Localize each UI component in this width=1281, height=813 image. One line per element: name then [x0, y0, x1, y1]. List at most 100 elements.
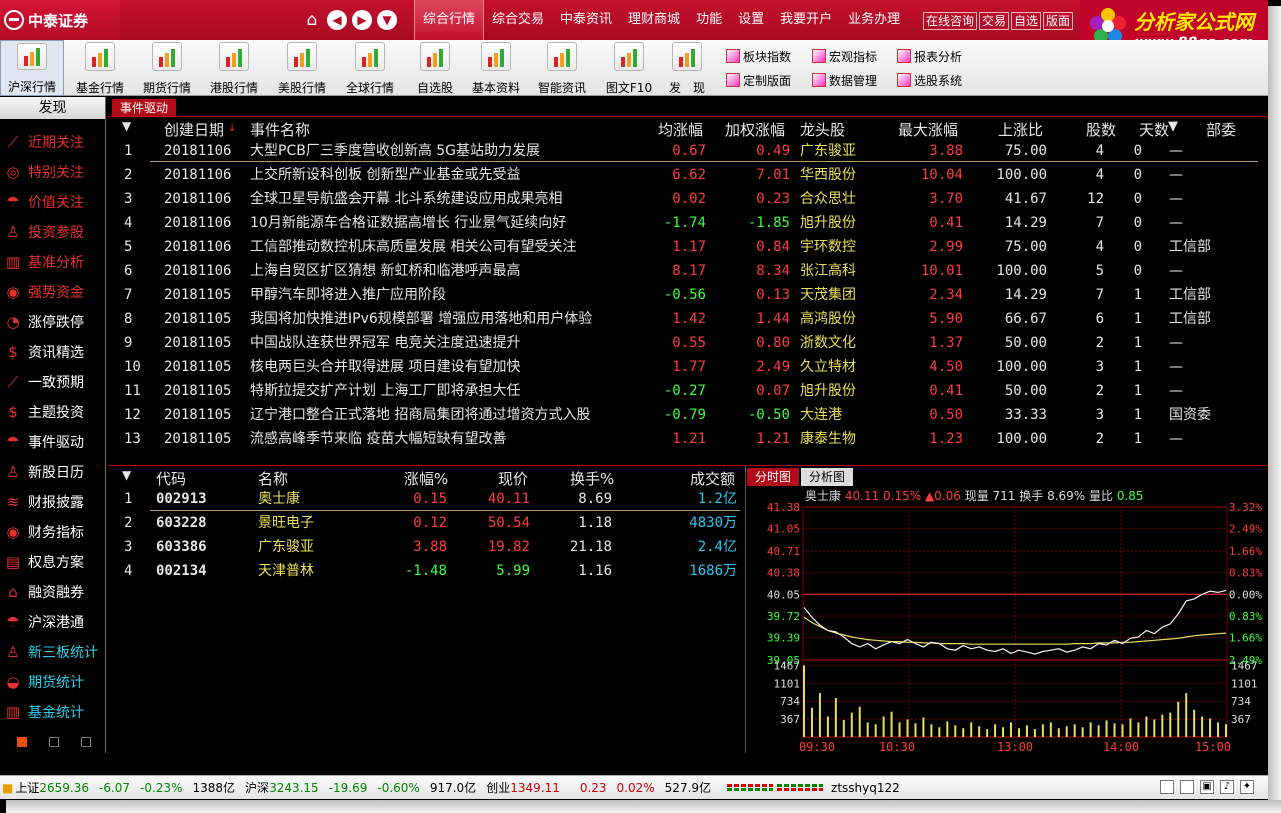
toolbar-small-0[interactable]: 板块指数: [726, 46, 791, 66]
home-icon[interactable]: ⌂: [302, 10, 322, 30]
menu-item-6[interactable]: 我要开户: [772, 0, 840, 40]
stocks-col-header-5[interactable]: 成交额: [690, 468, 735, 488]
sidebar-item-6[interactable]: ◔ 涨停跌停: [4, 310, 84, 334]
menu-item-2[interactable]: 中泰资讯: [552, 0, 620, 40]
event-row[interactable]: 12 20181105 辽宁港口整合正式落地 招商局集团将通过增资方式入股 -0.79…: [108, 403, 1268, 427]
sidebar-item-16[interactable]: ☂ 沪深港通: [4, 610, 84, 634]
layout-icon[interactable]: [1160, 780, 1174, 794]
sidebar-item-12[interactable]: ≋ 财报披露: [4, 490, 84, 514]
events-col-header-9[interactable]: 部委: [1206, 119, 1236, 139]
menu-item-7[interactable]: 业务办理: [840, 0, 908, 40]
toolbar-small-2[interactable]: 宏观指标: [812, 46, 877, 66]
event-row[interactable]: 2 20181106 上交所新设科创板 创新型产业基金或先受益 6.62 7.01 华西股…: [108, 163, 1268, 187]
sidebar-item-2[interactable]: ☂ 价值关注: [4, 190, 84, 214]
lock-icon[interactable]: ▣: [1200, 780, 1214, 794]
events-col-header-2[interactable]: 均涨幅: [658, 119, 703, 139]
tab-analysis[interactable]: 分析图: [801, 468, 854, 486]
sound-icon[interactable]: ♪: [1220, 780, 1234, 794]
window-icon[interactable]: [1180, 780, 1194, 794]
sidebar-item-3[interactable]: ♙ 投资参股: [4, 220, 84, 244]
tab-intraday[interactable]: 分时图: [747, 468, 800, 486]
event-row[interactable]: 6 20181106 上海自贸区扩区猜想 新虹桥和临港呼声最高 8.17 8.34 张江高…: [108, 259, 1268, 283]
toolbar-small-4[interactable]: 报表分析: [897, 46, 962, 66]
quick-link-0[interactable]: 在线咨询: [923, 12, 978, 30]
filter-icon[interactable]: ▼: [1168, 119, 1178, 139]
event-row[interactable]: 7 20181105 甲醇汽车即将进入推广应用阶段 -0.56 0.13 天茂集团 2.34…: [108, 283, 1268, 307]
event-row[interactable]: 10 20181105 核电两巨头合并取得进展 项目建设有望加快 1.77 2.49 久立…: [108, 355, 1268, 379]
sidebar-item-19[interactable]: ▥ 基金统计: [4, 700, 84, 724]
menu-item-5[interactable]: 设置: [730, 0, 772, 40]
stock-row[interactable]: 2 603228 景旺电子 0.12 50.54 1.18 4830万: [108, 511, 746, 535]
sh-value[interactable]: 2659.36: [39, 781, 89, 795]
sidebar-item-7[interactable]: $ 资讯精选: [4, 340, 84, 364]
quick-link-2[interactable]: 自选: [1011, 12, 1042, 30]
quick-link-3[interactable]: 版面: [1043, 12, 1074, 30]
events-menu-icon[interactable]: ▼: [122, 119, 131, 139]
sidebar-item-1[interactable]: ◎ 特别关注: [4, 160, 84, 184]
cy-value[interactable]: 1349.11: [510, 781, 560, 795]
sidebar-item-18[interactable]: ◒ 期货统计: [4, 670, 84, 694]
pager-dot-3[interactable]: [81, 737, 91, 747]
pager-dot-2[interactable]: [49, 737, 59, 747]
toolbar-button-5[interactable]: 全球行情: [338, 40, 402, 96]
event-row[interactable]: 8 20181105 我国将加快推进IPv6规模部署 增强应用落地和用户体验 1.42…: [108, 307, 1268, 331]
back-icon[interactable]: ◀: [327, 10, 347, 30]
event-row[interactable]: 11 20181105 特斯拉提交扩产计划 上海工厂即将承担大任 -0.27 0.07 旭…: [108, 379, 1268, 403]
toolbar-button-1[interactable]: 基金行情: [68, 40, 132, 96]
event-row[interactable]: 1 20181106 大型PCB厂三季度营收创新高 5G基站助力发展 0.67 0.49…: [108, 139, 1268, 163]
toolbar-button-6[interactable]: 自选股: [403, 40, 467, 96]
sidebar-item-4[interactable]: ▥ 基准分析: [4, 250, 84, 274]
stocks-col-header-1[interactable]: 名称: [258, 468, 288, 488]
pager-dot-1[interactable]: [17, 737, 27, 747]
stock-row[interactable]: 4 002134 天津普林 -1.48 5.99 1.16 1686万: [108, 559, 746, 583]
sz-value[interactable]: 3243.15: [269, 781, 319, 795]
events-col-header-8[interactable]: 天数: [1139, 119, 1169, 139]
menu-item-4[interactable]: 功能: [688, 0, 730, 40]
menu-item-0[interactable]: 综合行情: [414, 0, 485, 40]
events-col-header-4[interactable]: 龙头股: [800, 119, 845, 139]
quick-link-1[interactable]: 交易: [979, 12, 1010, 30]
settings-icon[interactable]: ✦: [1240, 780, 1254, 794]
menu-item-1[interactable]: 综合交易: [484, 0, 552, 40]
sidebar-item-14[interactable]: ▤ 权息方案: [4, 550, 84, 574]
toolbar-button-9[interactable]: 图文F10: [597, 40, 661, 96]
stocks-col-header-3[interactable]: 现价: [498, 468, 528, 488]
sidebar-item-9[interactable]: $ 主题投资: [4, 400, 84, 424]
chevron-down-icon[interactable]: ▼: [377, 10, 397, 30]
event-row[interactable]: 13 20181105 流感高峰季节来临 疫苗大幅短缺有望改善 1.21 1.21 康泰生…: [108, 427, 1268, 451]
stocks-col-header-2[interactable]: 涨幅%: [404, 468, 448, 488]
toolbar-small-5[interactable]: 选股系统: [897, 70, 962, 90]
events-col-header-3[interactable]: 加权涨幅: [725, 119, 785, 139]
events-col-header-6[interactable]: 上涨比: [998, 119, 1043, 139]
toolbar-button-3[interactable]: 港股行情: [202, 40, 266, 96]
intraday-chart[interactable]: 奥士康 40.11 0.15% ▲0.06 现量 711 换手 8.69% 量比…: [747, 486, 1268, 754]
tab-event-driven[interactable]: 事件驱动: [112, 99, 177, 117]
sidebar-item-13[interactable]: ◉ 财务指标: [4, 520, 84, 544]
toolbar-button-10[interactable]: 发 现: [655, 40, 719, 96]
stocks-menu-icon[interactable]: ▼: [122, 468, 131, 488]
event-row[interactable]: 5 20181106 工信部推动数控机床高质量发展 相关公司有望受关注 1.17 0.8…: [108, 235, 1268, 259]
sidebar-item-8[interactable]: ⟋ 一致预期: [4, 370, 84, 394]
events-col-header-7[interactable]: 股数: [1086, 119, 1116, 139]
toolbar-small-3[interactable]: 数据管理: [812, 70, 877, 90]
toolbar-button-7[interactable]: 基本资料: [464, 40, 528, 96]
events-col-header-5[interactable]: 最大涨幅: [898, 119, 958, 139]
sidebar-item-17[interactable]: ♙ 新三板统计: [4, 640, 98, 664]
menu-item-3[interactable]: 理财商城: [620, 0, 688, 40]
stock-row[interactable]: 1 002913 奥士康 0.15 40.11 8.69 1.2亿: [108, 487, 746, 511]
events-col-header-1[interactable]: 事件名称: [250, 119, 310, 139]
stock-row[interactable]: 3 603386 广东骏亚 3.88 19.82 21.18 2.4亿: [108, 535, 746, 559]
sidebar-item-15[interactable]: ⌂ 融资融券: [4, 580, 84, 604]
forward-icon[interactable]: ▶: [352, 10, 372, 30]
events-col-header-0[interactable]: 创建日期: [164, 119, 224, 139]
event-row[interactable]: 3 20181106 全球卫星导航盛会开幕 北斗系统建设应用成果亮相 0.02 0.23…: [108, 187, 1268, 211]
toolbar-small-1[interactable]: 定制版面: [726, 70, 791, 90]
event-row[interactable]: 9 20181105 中国战队连获世界冠军 电竞关注度迅速提升 0.55 0.80 浙数文…: [108, 331, 1268, 355]
toolbar-button-0[interactable]: 沪深行情: [0, 40, 64, 96]
stocks-col-header-4[interactable]: 换手%: [570, 468, 614, 488]
sidebar-item-0[interactable]: ⟋ 近期关注: [4, 130, 84, 154]
toolbar-button-2[interactable]: 期货行情: [135, 40, 199, 96]
sidebar-item-5[interactable]: ◉ 强势资金: [4, 280, 84, 304]
stocks-col-header-0[interactable]: 代码: [156, 468, 186, 488]
toolbar-button-8[interactable]: 智能资讯: [530, 40, 594, 96]
